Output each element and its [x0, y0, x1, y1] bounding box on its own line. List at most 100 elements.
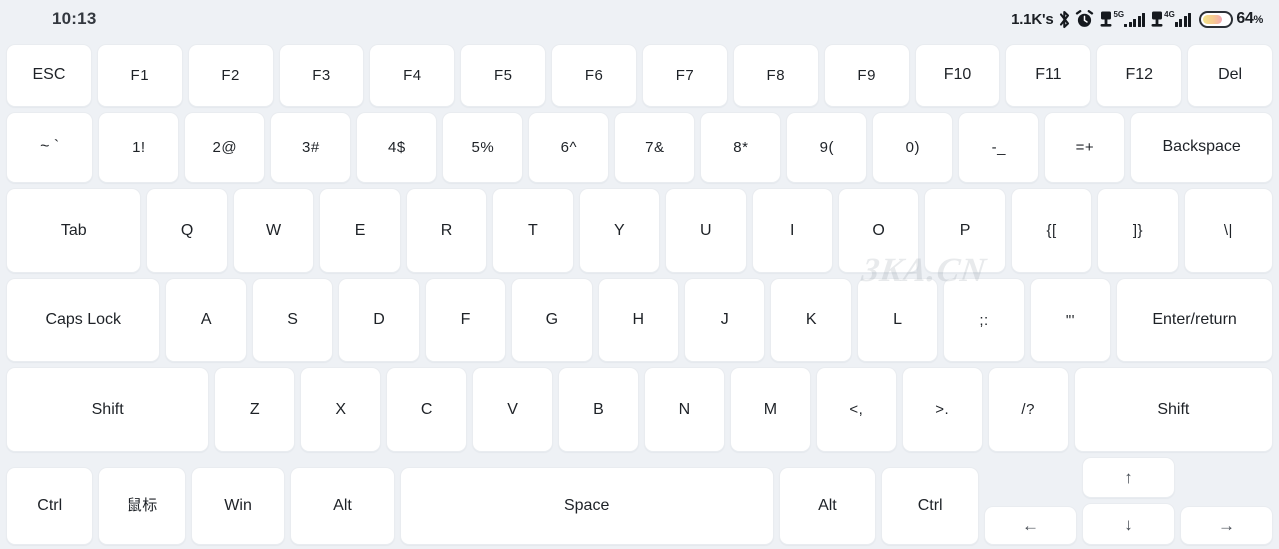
key-bracket-right[interactable]: ]} — [1097, 188, 1179, 273]
key-f11[interactable]: F11 — [1005, 44, 1092, 107]
alarm-clock-icon — [1075, 9, 1094, 29]
key-b[interactable]: B — [558, 367, 639, 452]
key-backspace[interactable]: Backspace — [1130, 111, 1273, 184]
key-4[interactable]: 4$ — [356, 111, 438, 184]
key-d[interactable]: D — [338, 277, 420, 363]
key-h[interactable]: H — [597, 277, 680, 363]
keyboard-row-number: ~ ` 1! 2@ 3# 4$ 5% 6^ 7& 8* 9(0) -_ =+ Backspace — [6, 111, 1273, 184]
key-w[interactable]: W — [232, 188, 315, 273]
key-0[interactable]: 0) — [872, 111, 954, 184]
key-arrow-up[interactable]: ↑ — [1082, 456, 1175, 499]
key-esc[interactable]: ESC — [6, 44, 92, 107]
network-speed-label: 1.1K's — [1011, 10, 1054, 28]
key-f[interactable]: F — [424, 277, 507, 363]
key-9[interactable]: 9( — [786, 111, 868, 184]
key-f3[interactable]: F3 — [278, 44, 365, 107]
battery-fill — [1203, 14, 1222, 24]
key-f7[interactable]: F7 — [642, 44, 728, 107]
sim2-signal-bars — [1174, 12, 1192, 27]
key-win[interactable]: Win — [190, 466, 286, 545]
bluetooth-icon — [1057, 10, 1072, 29]
key-arrow-left[interactable]: ← — [984, 505, 1077, 545]
keyboard-row-home: Caps Lock A S D F G H J K L;: "' Enter/return — [6, 277, 1273, 363]
key-bracket-left[interactable]: {[ — [1010, 188, 1093, 273]
key-7[interactable]: 7& — [614, 111, 696, 184]
key-f5[interactable]: F5 — [460, 44, 547, 107]
key-f10[interactable]: F10 — [914, 44, 1001, 107]
key-f8[interactable]: F8 — [732, 44, 819, 107]
sim1-generation-label: 5G — [1113, 9, 1125, 19]
key-3[interactable]: 3# — [270, 111, 352, 184]
key-minus[interactable]: -_ — [958, 111, 1040, 184]
keyboard-app-screen: 10:13 1.1K's 5G 4G 64% ESC F1 F2 F3 F4 F… — [0, 0, 1279, 549]
key-x[interactable]: X — [300, 367, 382, 452]
key-k[interactable]: K — [770, 277, 852, 363]
key-f6[interactable]: F6 — [551, 44, 638, 107]
key-f9[interactable]: F9 — [823, 44, 910, 107]
key-space[interactable]: Space — [399, 466, 774, 545]
key-del[interactable]: Del — [1187, 44, 1274, 107]
status-clock: 10:13 — [52, 9, 97, 28]
key-caps-lock[interactable]: Caps Lock — [6, 277, 161, 363]
key-f2[interactable]: F2 — [187, 44, 274, 107]
key-backtick[interactable]: ~ ` — [6, 111, 94, 184]
key-i[interactable]: I — [751, 188, 833, 273]
key-8[interactable]: 8* — [700, 111, 782, 184]
key-semicolon[interactable]: ;: — [943, 277, 1025, 363]
key-5[interactable]: 5% — [442, 111, 524, 184]
key-enter[interactable]: Enter/return — [1116, 277, 1273, 363]
key-n[interactable]: N — [643, 367, 725, 452]
key-l[interactable]: L — [856, 277, 939, 363]
key-s[interactable]: S — [251, 277, 334, 363]
key-mouse[interactable]: 鼠标 — [98, 466, 186, 545]
battery-icon — [1199, 10, 1234, 28]
key-equal[interactable]: =+ — [1044, 111, 1126, 184]
arrow-updown-column: ↑ ↓ — [1082, 456, 1175, 545]
key-e[interactable]: E — [319, 188, 401, 273]
key-ctrl-left[interactable]: Ctrl — [6, 466, 94, 545]
key-v[interactable]: V — [472, 367, 554, 452]
key-r[interactable]: R — [405, 188, 488, 273]
key-backslash[interactable]: \| — [1183, 188, 1274, 273]
key-6[interactable]: 6^ — [528, 111, 610, 184]
key-shift-right[interactable]: Shift — [1073, 367, 1273, 452]
sim2-generation-label: 4G — [1164, 9, 1175, 19]
key-y[interactable]: Y — [578, 188, 661, 273]
key-c[interactable]: C — [386, 367, 468, 452]
key-q[interactable]: Q — [146, 188, 228, 273]
key-arrow-down[interactable]: ↓ — [1082, 503, 1175, 545]
keyboard-row-function: ESC F1 F2 F3 F4 F5 F6 F7 F8 F9 F10 F11 F12 Del — [6, 44, 1274, 107]
key-p[interactable]: P — [924, 188, 1006, 273]
key-2[interactable]: 2@ — [184, 111, 266, 184]
key-f1[interactable]: F1 — [96, 44, 183, 107]
key-f12[interactable]: F12 — [1096, 44, 1183, 107]
keyboard-row-qwerty: Tab Q W E R T Y U I O P{[]} \| — [6, 188, 1274, 273]
arrow-left-column: ← — [984, 457, 1077, 545]
key-g[interactable]: G — [511, 277, 593, 363]
sim-card-icon — [1150, 10, 1164, 29]
key-j[interactable]: J — [684, 277, 766, 363]
key-shift-left[interactable]: Shift — [6, 367, 210, 452]
key-alt-right[interactable]: Alt — [778, 466, 877, 545]
virtual-keyboard: ESC F1 F2 F3 F4 F5 F6 F7 F8 F9 F10 F11 F12 Del ~ ` 1! 2… — [0, 38, 1279, 549]
key-o[interactable]: O — [837, 188, 920, 273]
key-quote[interactable]: "' — [1029, 277, 1112, 363]
key-a[interactable]: A — [165, 277, 247, 363]
key-tab[interactable]: Tab — [6, 188, 142, 273]
status-bar: 10:13 1.1K's 5G 4G 64% — [0, 0, 1279, 38]
key-period[interactable]: >. — [901, 367, 983, 452]
key-t[interactable]: T — [492, 188, 574, 273]
key-ctrl-right[interactable]: Ctrl — [881, 466, 979, 545]
sim1-signal-group: 5G — [1099, 9, 1146, 29]
key-arrow-right[interactable]: → — [1180, 505, 1273, 545]
key-1[interactable]: 1! — [98, 111, 180, 184]
key-u[interactable]: U — [665, 188, 747, 273]
key-f4[interactable]: F4 — [369, 44, 456, 107]
arrow-right-column: → — [1180, 457, 1273, 545]
key-m[interactable]: M — [729, 367, 811, 452]
key-slash[interactable]: /? — [987, 367, 1069, 452]
key-comma[interactable]: <, — [815, 367, 897, 452]
sim-card-icon — [1099, 10, 1113, 29]
key-z[interactable]: Z — [214, 367, 296, 452]
key-alt-left[interactable]: Alt — [290, 466, 395, 545]
